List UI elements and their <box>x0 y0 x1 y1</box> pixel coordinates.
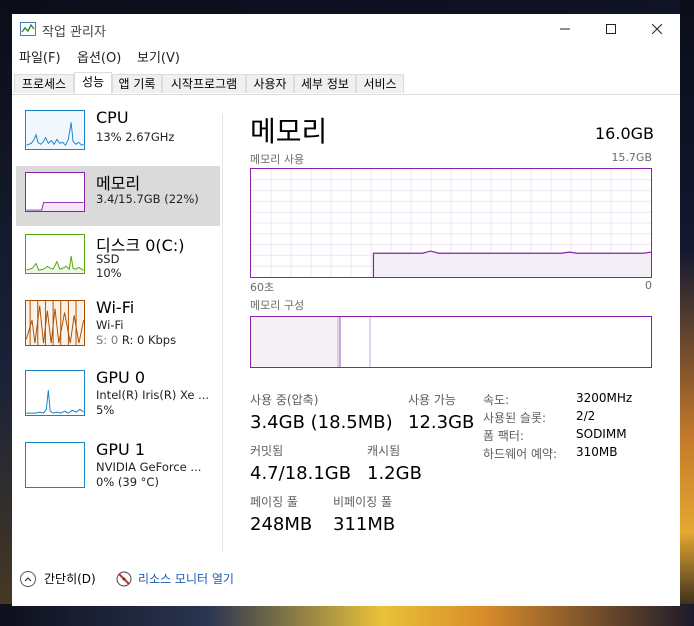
tab-startup[interactable]: 시작프로그램 <box>162 74 246 93</box>
paged-pool-label: 페이징 풀 <box>250 495 298 509</box>
menu-options[interactable]: 옵션(O) <box>77 47 121 66</box>
wifi-title: Wi-Fi <box>96 298 135 317</box>
tab-strip: 프로세스 성능 앱 기록 시작프로그램 사용자 세부 정보 서비스 <box>12 72 680 95</box>
gpu0-thumbnail-graph <box>25 370 85 416</box>
page-title: 메모리 <box>250 115 328 148</box>
nonpaged-pool-label: 비페이징 풀 <box>333 495 393 509</box>
gpu1-usage: 0% (39 °C) <box>96 475 159 489</box>
close-icon <box>652 24 662 34</box>
in-use-label: 사용 중(압축) <box>250 393 319 407</box>
usage-chart-max: 15.7GB <box>611 151 652 164</box>
wifi-send: S: 0 <box>96 333 119 347</box>
available-label: 사용 가능 <box>408 393 456 407</box>
sidebar-divider <box>222 114 223 552</box>
gpu0-usage: 5% <box>96 403 115 417</box>
gpu0-model: Intel(R) Iris(R) Xe ... <box>96 388 210 402</box>
desktop-background-left <box>0 0 12 626</box>
available-value: 12.3GB <box>408 412 475 433</box>
maximize-icon <box>606 24 616 34</box>
menu-file[interactable]: 파일(F) <box>19 47 61 66</box>
open-resource-monitor-link[interactable]: 리소스 모니터 열기 <box>116 570 234 587</box>
wifi-thumbnail-graph <box>25 300 85 346</box>
memory-composition-bar <box>250 316 652 368</box>
slots-label: 사용된 슬롯: <box>483 411 547 425</box>
hardware-reserved-value: 310MB <box>576 445 618 459</box>
sidebar-item-gpu0[interactable]: GPU 0 Intel(R) Iris(R) Xe ... 5% <box>16 364 220 430</box>
menu-view[interactable]: 보기(V) <box>137 47 180 66</box>
sidebar-item-wifi[interactable]: Wi-Fi Wi-Fi S: 0 R: 0 Kbps <box>16 294 220 360</box>
desktop-background-bottom <box>0 604 694 626</box>
composition-in-use <box>251 317 338 367</box>
cpu-thumbnail-graph <box>25 110 85 150</box>
minimize-button[interactable] <box>542 14 588 44</box>
tab-app-history[interactable]: 앱 기록 <box>112 74 162 93</box>
usage-chart-label: 메모리 사용 <box>250 153 305 166</box>
maximize-button[interactable] <box>588 14 634 44</box>
memory-usage-area <box>373 251 651 277</box>
sidebar-item-memory[interactable]: 메모리 3.4/15.7GB (22%) <box>16 166 220 226</box>
hardware-reserved-label: 하드웨어 예약: <box>483 447 558 461</box>
memory-usage: 3.4/15.7GB (22%) <box>96 192 199 206</box>
minimize-icon <box>560 28 570 30</box>
menu-bar: 파일(F) 옵션(O) 보기(V) <box>12 44 680 66</box>
memory-title: 메모리 <box>96 174 141 193</box>
speed-label: 속도: <box>483 393 510 407</box>
chart-axis-right: 0 <box>645 279 652 292</box>
task-manager-app-icon <box>20 22 36 36</box>
wifi-adapter: Wi-Fi <box>96 318 124 332</box>
memory-thumbnail-graph <box>25 172 85 212</box>
disk-type: SSD <box>96 252 120 266</box>
cpu-usage: 13% 2.67GHz <box>96 130 175 144</box>
composition-label: 메모리 구성 <box>250 299 305 312</box>
speed-value: 3200MHz <box>576 391 633 405</box>
form-factor-label: 폼 팩터: <box>483 429 524 443</box>
disk-thumbnail-graph <box>25 234 85 274</box>
tab-processes[interactable]: 프로세스 <box>14 74 74 93</box>
disk-usage: 10% <box>96 266 122 280</box>
cpu-title: CPU <box>96 108 129 127</box>
wifi-receive: R: 0 Kbps <box>121 333 177 347</box>
close-button[interactable] <box>634 14 680 44</box>
gpu1-thumbnail-graph <box>25 442 85 488</box>
slots-value: 2/2 <box>576 409 596 423</box>
tab-performance[interactable]: 성능 <box>74 72 112 94</box>
cached-label: 캐시됨 <box>367 444 401 458</box>
resource-monitor-icon <box>116 571 132 586</box>
tab-services[interactable]: 서비스 <box>356 74 404 93</box>
form-factor-value: SODIMM <box>576 427 627 441</box>
composition-modified <box>339 317 341 367</box>
resource-monitor-label: 리소스 모니터 열기 <box>138 572 234 586</box>
sidebar-item-gpu1[interactable]: GPU 1 NVIDIA GeForce ... 0% (39 °C) <box>16 436 220 492</box>
memory-usage-chart <box>250 168 652 278</box>
chart-axis-left: 60초 <box>250 281 275 294</box>
task-manager-window: 작업 관리자 파일(F) 옵션(O) 보기(V) 프로세스 성능 앱 기록 시작… <box>12 14 680 606</box>
gpu1-title: GPU 1 <box>96 440 146 459</box>
wifi-throughput: S: 0 R: 0 Kbps <box>96 333 176 347</box>
fewer-details-button[interactable]: 간단히(D) <box>20 570 96 587</box>
cached-value: 1.2GB <box>367 463 422 484</box>
fewer-details-label: 간단히(D) <box>44 572 96 586</box>
gpu0-title: GPU 0 <box>96 368 146 387</box>
in-use-value: 3.4GB (18.5MB) <box>250 412 393 433</box>
total-memory: 16.0GB <box>595 124 654 143</box>
desktop-background-right <box>680 0 694 626</box>
committed-value: 4.7/18.1GB <box>250 463 352 484</box>
sidebar-item-cpu[interactable]: CPU 13% 2.67GHz <box>16 104 220 164</box>
paged-pool-value: 248MB <box>250 514 313 535</box>
title-bar[interactable]: 작업 관리자 <box>12 14 680 44</box>
chevron-up-icon <box>20 570 36 587</box>
tab-details[interactable]: 세부 정보 <box>294 74 356 93</box>
tab-users[interactable]: 사용자 <box>246 74 294 93</box>
gpu1-model: NVIDIA GeForce ... <box>96 460 202 474</box>
footer-bar: 간단히(D) 리소스 모니터 열기 <box>12 562 680 602</box>
committed-label: 커밋됨 <box>250 444 284 458</box>
nonpaged-pool-value: 311MB <box>333 514 396 535</box>
sidebar-item-disk[interactable]: 디스크 0(C:) SSD 10% <box>16 228 220 288</box>
window-title: 작업 관리자 <box>42 25 106 40</box>
